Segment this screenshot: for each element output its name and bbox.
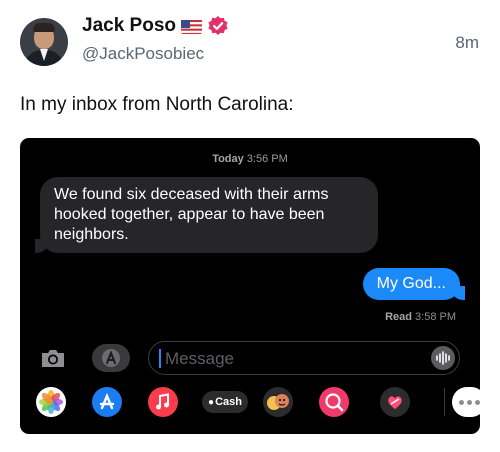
timestamp-time: 3:56 PM xyxy=(246,153,288,165)
tweet-text: In my inbox from North Carolina: xyxy=(20,94,294,115)
message-timestamp: Today 3:56 PM xyxy=(20,153,480,165)
verified-badge-icon xyxy=(207,15,229,37)
outgoing-message-text: My God... xyxy=(376,275,446,292)
us-flag-icon xyxy=(181,19,202,34)
more-apps-icon[interactable] xyxy=(452,387,480,417)
music-icon[interactable] xyxy=(148,387,178,417)
image-search-icon[interactable] xyxy=(319,387,349,417)
read-time: 3:58 PM xyxy=(415,311,456,323)
author-handle[interactable]: @JackPosobiec xyxy=(82,44,204,64)
author-name[interactable]: Jack Poso xyxy=(82,15,176,37)
read-receipt: Read 3:58 PM xyxy=(385,311,456,323)
message-input-field[interactable] xyxy=(148,341,460,376)
app-store-icon[interactable] xyxy=(92,387,122,417)
post-time[interactable]: 8m xyxy=(455,33,479,53)
text-cursor xyxy=(159,349,161,368)
drawer-separator xyxy=(444,388,445,416)
author-name-row[interactable]: Jack Poso xyxy=(82,15,229,37)
app-store-drawer-button[interactable] xyxy=(92,344,130,372)
photos-icon[interactable] xyxy=(36,387,66,417)
incoming-message-bubble: We found six deceased with their arms ho… xyxy=(35,177,378,253)
timestamp-day: Today xyxy=(212,153,244,165)
message-input[interactable] xyxy=(163,342,417,376)
messages-screenshot[interactable]: Today 3:56 PM We found six deceased with… xyxy=(20,138,480,434)
apple-cash-icon[interactable]: ● Cash xyxy=(202,391,248,413)
camera-icon[interactable] xyxy=(38,343,68,373)
cash-label: Cash xyxy=(215,396,242,408)
avatar[interactable] xyxy=(20,18,68,66)
dictation-waveform-icon[interactable] xyxy=(431,346,455,370)
read-label: Read xyxy=(385,311,412,323)
digital-touch-icon[interactable] xyxy=(380,387,410,417)
outgoing-message-bubble: My God... xyxy=(362,268,466,300)
memoji-icon[interactable] xyxy=(263,387,293,417)
incoming-message-text: We found six deceased with their arms ho… xyxy=(54,186,329,243)
apple-logo-icon: ● xyxy=(208,396,215,408)
